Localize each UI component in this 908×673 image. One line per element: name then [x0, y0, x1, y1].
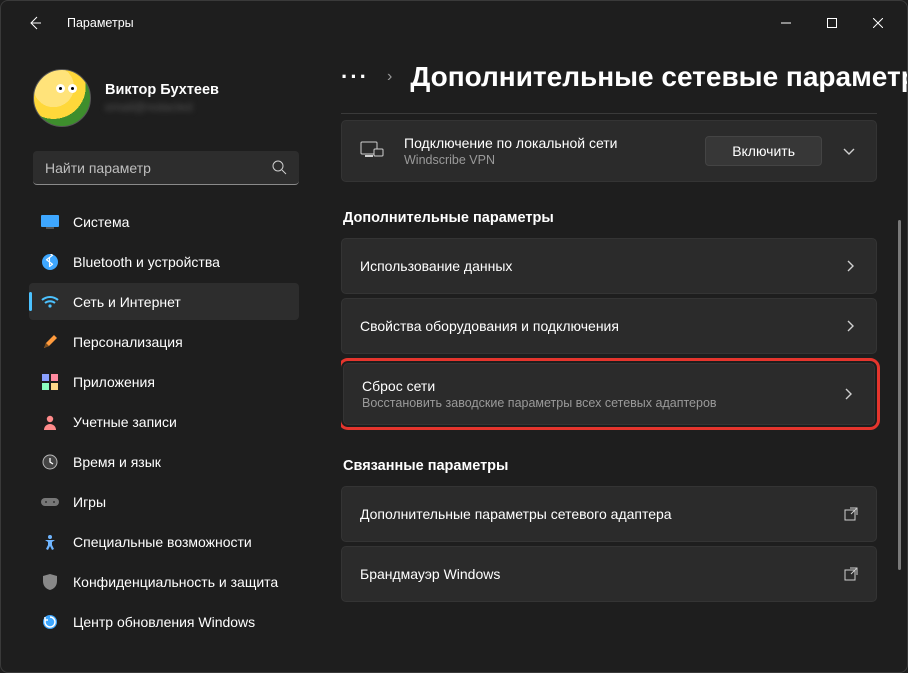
sidebar-item-apps[interactable]: Приложения [29, 363, 299, 400]
search-icon [271, 159, 287, 175]
chevron-down-icon [842, 144, 856, 158]
sidebar-item-time-language[interactable]: Время и язык [29, 443, 299, 480]
item-label: Использование данных [360, 258, 834, 274]
sidebar-item-privacy[interactable]: Конфиденциальность и защита [29, 563, 299, 600]
avatar [33, 69, 91, 127]
profile-block[interactable]: Виктор Бухтеев email@redacted [29, 53, 303, 149]
item-network-reset[interactable]: Сброс сети Восстановить заводские параме… [343, 363, 875, 425]
update-icon [41, 613, 59, 631]
sidebar-item-personalization[interactable]: Персонализация [29, 323, 299, 360]
display-icon [41, 213, 59, 231]
bluetooth-icon [41, 253, 59, 271]
item-subtitle: Восстановить заводские параметры всех се… [362, 396, 832, 410]
sidebar-item-label: Система [73, 214, 129, 230]
item-hardware-properties[interactable]: Свойства оборудования и подключения [341, 298, 877, 354]
sidebar-item-label: Приложения [73, 374, 155, 390]
chevron-right-icon [834, 254, 858, 278]
item-label: Свойства оборудования и подключения [360, 318, 834, 334]
sidebar-item-accessibility[interactable]: Специальные возможности [29, 523, 299, 560]
item-firewall[interactable]: Брандмауэр Windows [341, 546, 877, 602]
sidebar-item-windows-update[interactable]: Центр обновления Windows [29, 603, 299, 640]
search-input[interactable] [33, 151, 299, 185]
sidebar-item-label: Конфиденциальность и защита [73, 574, 278, 590]
person-icon [41, 413, 59, 431]
item-data-usage[interactable]: Использование данных [341, 238, 877, 294]
close-button[interactable] [855, 7, 901, 39]
sidebar-item-label: Специальные возможности [73, 534, 252, 550]
highlight-box: Сброс сети Восстановить заводские параме… [341, 358, 880, 430]
search-box[interactable] [33, 151, 299, 185]
enable-button[interactable]: Включить [705, 136, 822, 166]
section-heading-more: Дополнительные параметры [343, 210, 877, 226]
item-adapter-options[interactable]: Дополнительные параметры сетевого адапте… [341, 486, 877, 542]
divider [341, 113, 877, 114]
arrow-left-icon [27, 15, 43, 31]
clock-icon [41, 453, 59, 471]
chevron-right-icon [832, 382, 856, 406]
maximize-button[interactable] [809, 7, 855, 39]
item-label: Дополнительные параметры сетевого адапте… [360, 506, 844, 522]
titlebar: Параметры [1, 1, 907, 45]
profile-email: email@redacted [105, 100, 219, 114]
sidebar-item-system[interactable]: Система [29, 203, 299, 240]
maximize-icon [827, 18, 837, 28]
sidebar-item-accounts[interactable]: Учетные записи [29, 403, 299, 440]
sidebar-item-network[interactable]: Сеть и Интернет [29, 283, 299, 320]
sidebar-item-bluetooth[interactable]: Bluetooth и устройства [29, 243, 299, 280]
breadcrumb: ··· › Дополнительные сетевые параметр [341, 53, 907, 101]
main-panel: ··· › Дополнительные сетевые параметр По… [311, 45, 907, 672]
scrollbar[interactable] [898, 123, 901, 662]
page-title: Дополнительные сетевые параметр [410, 61, 907, 93]
minimize-icon [781, 18, 791, 28]
minimize-button[interactable] [763, 7, 809, 39]
sidebar-item-label: Игры [73, 494, 106, 510]
sidebar-item-label: Bluetooth и устройства [73, 254, 220, 270]
sidebar-item-label: Центр обновления Windows [73, 614, 255, 630]
connection-card[interactable]: Подключение по локальной сети Windscribe… [341, 120, 877, 182]
connection-subtitle: Windscribe VPN [404, 153, 705, 167]
wifi-icon [41, 293, 59, 311]
content-scroll[interactable]: Подключение по локальной сети Windscribe… [341, 113, 907, 672]
accessibility-icon [41, 533, 59, 551]
sidebar-item-label: Учетные записи [73, 414, 177, 430]
gamepad-icon [41, 493, 59, 511]
expand-button[interactable] [832, 138, 858, 164]
breadcrumb-overflow[interactable]: ··· [341, 64, 369, 90]
scrollbar-thumb[interactable] [898, 220, 901, 570]
item-label: Сброс сети [362, 378, 832, 394]
item-label: Брандмауэр Windows [360, 566, 844, 582]
brush-icon [41, 333, 59, 351]
close-icon [873, 18, 883, 28]
sidebar-item-label: Время и язык [73, 454, 161, 470]
chevron-right-icon [834, 314, 858, 338]
monitor-network-icon [360, 141, 386, 161]
connection-title: Подключение по локальной сети [404, 135, 705, 151]
back-button[interactable] [17, 5, 53, 41]
profile-name: Виктор Бухтеев [105, 82, 219, 98]
section-heading-related: Связанные параметры [343, 458, 877, 474]
sidebar: Виктор Бухтеев email@redacted Система Bl… [1, 45, 311, 672]
nav-list: Система Bluetooth и устройства Сеть и Ин… [29, 203, 303, 672]
sidebar-item-label: Персонализация [73, 334, 183, 350]
open-external-icon [844, 507, 858, 521]
apps-icon [41, 373, 59, 391]
shield-icon [41, 573, 59, 591]
sidebar-item-label: Сеть и Интернет [73, 294, 181, 310]
app-title: Параметры [67, 16, 134, 30]
open-external-icon [844, 567, 858, 581]
sidebar-item-gaming[interactable]: Игры [29, 483, 299, 520]
chevron-right-icon: › [387, 68, 392, 86]
window-controls [763, 7, 901, 39]
